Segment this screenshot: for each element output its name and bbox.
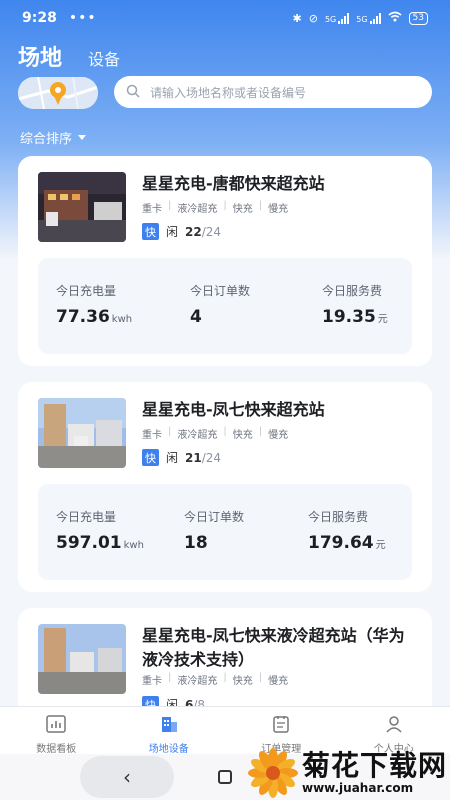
tag: 液冷超充 bbox=[177, 204, 218, 215]
nav-label: 场地设备 bbox=[148, 744, 189, 755]
signal-icon bbox=[369, 12, 381, 24]
stat-label: 今日充电量 bbox=[56, 510, 117, 524]
nav-venue-device[interactable]: 场地设备 bbox=[113, 707, 226, 755]
fast-badge: 快 bbox=[142, 223, 159, 240]
stat-value: 597.01 bbox=[56, 533, 122, 553]
search-placeholder: 请输入场地名称或者设备编号 bbox=[150, 85, 307, 100]
tab-device[interactable]: 设备 bbox=[88, 46, 120, 72]
back-button[interactable]: ‹ bbox=[80, 756, 174, 798]
stat-label: 今日充电量 bbox=[56, 284, 117, 298]
stat-value: 18 bbox=[184, 533, 208, 553]
station-photo bbox=[38, 172, 126, 242]
station-card[interactable]: 星星充电-唐都快来超充站 重卡 | 液冷超充 | 快充 | 慢充 快 闲 22/24 … bbox=[18, 156, 432, 366]
station-photo bbox=[38, 624, 126, 694]
tag: 慢充 bbox=[268, 676, 289, 687]
battery-icon: 53 bbox=[408, 11, 428, 25]
available-count: 21 bbox=[185, 450, 202, 465]
stat-fee: 今日服务费 179.64 元 bbox=[308, 508, 386, 553]
stat-charge: 今日充电量 77.36 kwh bbox=[56, 282, 132, 327]
stat-unit: kwh bbox=[111, 314, 133, 325]
tag: 液冷超充 bbox=[177, 676, 218, 687]
flower-logo-icon bbox=[248, 748, 298, 798]
idle-label: 闲 bbox=[166, 225, 179, 239]
stat-value: 179.64 bbox=[308, 533, 374, 553]
signal-2: 5G bbox=[356, 12, 381, 24]
stat-value: 4 bbox=[190, 307, 202, 327]
station-tags: 重卡 | 液冷超充 | 快充 | 慢充 bbox=[142, 426, 289, 441]
station-tags: 重卡 | 液冷超充 | 快充 | 慢充 bbox=[142, 200, 289, 215]
stat-unit: 元 bbox=[377, 314, 388, 325]
daily-stats: 今日充电量 597.01 kwh 今日订单数 18 今日服务费 179.64 元 bbox=[38, 484, 412, 580]
tag: 快充 bbox=[232, 676, 253, 687]
watermark-title: 菊花下载网 bbox=[302, 749, 448, 782]
back-arrow-icon: ‹ bbox=[123, 765, 131, 789]
tag: 慢充 bbox=[268, 204, 289, 215]
mute-icon: ⊘ bbox=[308, 11, 318, 25]
tag: 重卡 bbox=[142, 676, 162, 687]
stat-label: 今日服务费 bbox=[322, 284, 383, 298]
tab-venue[interactable]: 场地 bbox=[18, 40, 62, 72]
stat-fee: 今日服务费 19.35 元 bbox=[322, 282, 388, 327]
stat-label: 今日订单数 bbox=[190, 284, 251, 298]
tag: 快充 bbox=[232, 430, 253, 441]
status-dots: ••• bbox=[68, 10, 97, 26]
availability: 快 闲 22/24 bbox=[142, 223, 221, 240]
total-count: /24 bbox=[201, 450, 222, 465]
station-name: 星星充电-唐都快来超充站 bbox=[142, 174, 325, 193]
sort-label: 综合排序 bbox=[20, 132, 73, 147]
station-card[interactable]: 星星充电-凤七快来超充站 重卡 | 液冷超充 | 快充 | 慢充 快 闲 21/24 … bbox=[18, 382, 432, 592]
chart-icon bbox=[46, 715, 66, 736]
bluetooth-icon: ✱ bbox=[292, 11, 302, 25]
sort-dropdown[interactable]: 综合排序 bbox=[20, 128, 87, 147]
map-icon bbox=[18, 77, 98, 109]
nav-label: 数据看板 bbox=[36, 744, 77, 755]
watermark-url: www.juahar.com bbox=[302, 781, 414, 795]
search-input[interactable]: 请输入场地名称或者设备编号 bbox=[114, 76, 432, 108]
network-type-1: 5G bbox=[324, 14, 337, 24]
stat-orders: 今日订单数 18 bbox=[184, 508, 244, 553]
idle-label: 闲 bbox=[166, 451, 179, 465]
fast-badge: 快 bbox=[142, 449, 159, 466]
clipboard-icon bbox=[272, 715, 290, 736]
watermark: 菊花下载网 www.juahar.com bbox=[248, 746, 450, 800]
stat-value: 19.35 bbox=[322, 307, 376, 327]
status-bar: 9:28 ••• ✱ ⊘ 5G 5G 53 bbox=[0, 0, 450, 36]
user-icon bbox=[385, 715, 403, 736]
availability: 快 闲 21/24 bbox=[142, 449, 221, 466]
station-photo bbox=[38, 398, 126, 468]
status-icons: ✱ ⊘ 5G 5G 53 bbox=[293, 11, 428, 25]
signal-icon bbox=[338, 12, 350, 24]
stat-charge: 今日充电量 597.01 kwh bbox=[56, 508, 144, 553]
stat-value: 77.36 bbox=[56, 307, 110, 327]
nav-dashboard[interactable]: 数据看板 bbox=[0, 707, 113, 755]
chevron-down-icon bbox=[78, 135, 87, 140]
station-name: 星星充电-凤七快来液冷超充站（华为液冷技术支持） bbox=[142, 626, 405, 669]
tag: 重卡 bbox=[142, 204, 162, 215]
building-icon bbox=[159, 715, 179, 736]
signal-1: 5G bbox=[324, 12, 350, 24]
stat-label: 今日订单数 bbox=[184, 510, 245, 524]
wifi-icon bbox=[388, 11, 402, 25]
tag: 快充 bbox=[232, 204, 253, 215]
station-tags: 重卡 | 液冷超充 | 快充 | 慢充 bbox=[142, 672, 289, 687]
map-toggle-button[interactable] bbox=[18, 77, 98, 109]
daily-stats: 今日充电量 77.36 kwh 今日订单数 4 今日服务费 19.35 元 bbox=[38, 258, 412, 354]
home-button[interactable] bbox=[218, 770, 232, 784]
search-icon bbox=[126, 84, 140, 101]
tag: 重卡 bbox=[142, 430, 162, 441]
top-tabs: 场地 设备 bbox=[18, 40, 120, 72]
stat-unit: 元 bbox=[375, 540, 386, 551]
total-count: /24 bbox=[201, 224, 222, 239]
network-type-2: 5G bbox=[356, 14, 368, 24]
stat-label: 今日服务费 bbox=[308, 510, 369, 524]
station-name: 星星充电-凤七快来超充站 bbox=[142, 400, 325, 419]
tag: 慢充 bbox=[268, 430, 289, 441]
available-count: 22 bbox=[185, 224, 202, 239]
status-time: 9:28 bbox=[22, 10, 57, 26]
tag: 液冷超充 bbox=[177, 430, 218, 441]
stat-unit: kwh bbox=[123, 540, 144, 551]
stat-orders: 今日订单数 4 bbox=[190, 282, 250, 327]
